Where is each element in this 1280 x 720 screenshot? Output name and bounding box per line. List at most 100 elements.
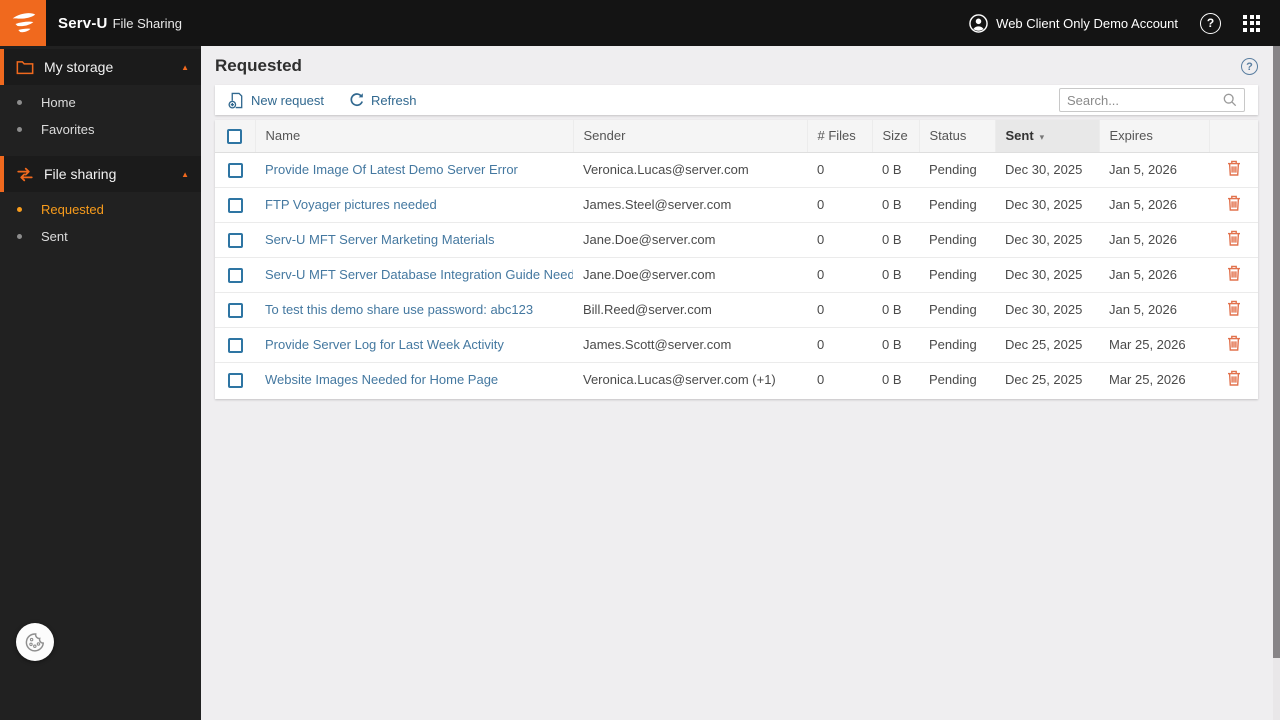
sender-cell: Jane.Doe@server.com [583, 267, 716, 282]
expires-cell: Mar 25, 2026 [1109, 372, 1186, 388]
request-row: To test this demo share use password: ab… [215, 292, 1258, 327]
delete-request-button[interactable] [1227, 265, 1241, 281]
new-request-button[interactable]: New request [228, 92, 324, 109]
sidebar-item-requested[interactable]: Requested [0, 196, 201, 223]
row-checkbox[interactable] [227, 232, 243, 248]
expires-cell: Jan 5, 2026 [1109, 302, 1177, 317]
row-checkbox[interactable] [227, 337, 243, 353]
table-header-row: Name Sender # Files Size Status Sent ▾ Ex… [215, 120, 1258, 153]
trash-icon [1227, 300, 1240, 316]
bullet-icon [17, 100, 22, 105]
column-header-expires[interactable]: Expires [1098, 120, 1209, 153]
delete-request-button[interactable] [1227, 300, 1241, 316]
row-checkbox[interactable] [227, 267, 243, 283]
sent-header-label: Sent [1005, 128, 1034, 144]
status-cell: Pending [929, 267, 977, 282]
request-row: Website Images Needed for Home Page Vero… [215, 362, 1258, 397]
topbar-actions: Web Client Only Demo Account ? [969, 12, 1280, 34]
trash-icon [1227, 230, 1240, 246]
cookie-consent-button[interactable] [16, 623, 54, 661]
size-cell: 0 B [882, 372, 902, 388]
request-name-link[interactable]: Serv-U MFT Server Database Integration G… [265, 267, 573, 282]
brand-name: Serv-U [58, 14, 108, 32]
request-name-link[interactable]: FTP Voyager pictures needed [265, 197, 437, 212]
column-header-name[interactable]: Name [254, 120, 573, 153]
sidebar-item-label: Favorites [41, 122, 95, 137]
column-header-status[interactable]: Status [918, 120, 995, 153]
delete-request-button[interactable] [1227, 160, 1241, 176]
group-label: My storage [44, 59, 114, 75]
size-cell: 0 B [882, 197, 902, 212]
delete-request-button[interactable] [1227, 335, 1241, 351]
sidebar-item-favorites[interactable]: Favorites [0, 116, 201, 143]
sent-cell: Dec 30, 2025 [1005, 267, 1083, 282]
collapse-caret-icon: ▲ [181, 169, 189, 179]
app-grid-icon[interactable] [1243, 14, 1260, 32]
column-header-sender[interactable]: Sender [572, 120, 807, 153]
sidebar-item-sent[interactable]: Sent [0, 223, 201, 250]
delete-request-button[interactable] [1227, 370, 1241, 386]
files-cell: 0 [817, 197, 825, 212]
row-checkbox[interactable] [227, 372, 243, 388]
sidebar-item-home[interactable]: Home [0, 89, 201, 116]
sent-cell: Dec 25, 2025 [1005, 337, 1083, 352]
sidebar-group-file-sharing[interactable]: File sharing ▲ [0, 156, 201, 192]
cookie-icon [25, 633, 45, 652]
request-row: Provide Image Of Latest Demo Server Erro… [215, 152, 1258, 187]
sidebar-item-label: Sent [41, 229, 68, 244]
refresh-icon [350, 93, 363, 107]
status-cell: Pending [929, 337, 977, 352]
help-icon[interactable]: ? [1200, 12, 1221, 34]
refresh-button[interactable]: Refresh [349, 92, 417, 108]
column-header-size[interactable]: Size [871, 120, 919, 153]
size-cell: 0 B [882, 232, 902, 247]
sort-desc-icon: ▾ [1039, 132, 1045, 143]
select-all-checkbox[interactable] [227, 128, 243, 144]
scrollbar-thumb[interactable] [1273, 46, 1280, 658]
column-header-sent[interactable]: Sent ▾ [994, 120, 1099, 153]
requests-table: Name Sender # Files Size Status Sent ▾ Ex… [215, 120, 1258, 397]
select-all-header[interactable] [215, 120, 255, 153]
expires-cell: Jan 5, 2026 [1109, 232, 1177, 247]
search-input[interactable] [1067, 92, 1223, 108]
account-label: Web Client Only Demo Account [996, 15, 1178, 31]
request-name-link[interactable]: Provide Image Of Latest Demo Server Erro… [265, 162, 518, 177]
row-checkbox[interactable] [227, 302, 243, 318]
toolbar: New request Refresh [215, 85, 1258, 115]
sidebar-item-label: Home [41, 95, 76, 110]
request-name-link[interactable]: To test this demo share use password: ab… [265, 302, 533, 317]
expires-cell: Jan 5, 2026 [1109, 162, 1177, 177]
folder-icon [16, 60, 34, 74]
status-cell: Pending [929, 372, 977, 388]
trash-icon [1227, 370, 1240, 386]
sender-cell: James.Steel@server.com [583, 197, 732, 212]
refresh-label: Refresh [370, 92, 417, 108]
sent-cell: Dec 30, 2025 [1005, 197, 1083, 212]
request-name-link[interactable]: Website Images Needed for Home Page [265, 372, 498, 387]
sent-cell: Dec 25, 2025 [1005, 372, 1083, 388]
new-request-icon [228, 92, 243, 109]
sidebar-item-label: Requested [41, 202, 104, 217]
search-box [1059, 88, 1245, 112]
solarwinds-logo [0, 0, 46, 46]
expires-cell: Jan 5, 2026 [1109, 197, 1177, 212]
requests-table-panel: Name Sender # Files Size Status Sent ▾ Ex… [215, 120, 1258, 399]
request-name-link[interactable]: Serv-U MFT Server Marketing Materials [265, 232, 494, 247]
account-menu[interactable]: Web Client Only Demo Account [969, 13, 1178, 33]
main-content: Requested ? New request Refresh Search..… [201, 46, 1280, 720]
page-help-icon[interactable]: ? [1241, 58, 1258, 75]
status-cell: Pending [929, 162, 977, 177]
row-checkbox[interactable] [227, 197, 243, 213]
column-header-files[interactable]: # Files [806, 120, 872, 153]
app-brand: Serv-U File Sharing [58, 15, 182, 32]
delete-request-button[interactable] [1227, 230, 1241, 246]
bullet-icon [17, 234, 22, 239]
row-checkbox[interactable] [227, 162, 243, 178]
request-name-link[interactable]: Provide Server Log for Last Week Activit… [265, 337, 504, 352]
new-request-label: New request [251, 92, 324, 108]
request-row: Serv-U MFT Server Marketing Materials Ja… [215, 222, 1258, 257]
size-cell: 0 B [882, 302, 902, 317]
column-header-actions [1208, 120, 1258, 153]
delete-request-button[interactable] [1227, 195, 1241, 211]
sidebar-group-my-storage[interactable]: My storage ▲ [0, 49, 201, 85]
